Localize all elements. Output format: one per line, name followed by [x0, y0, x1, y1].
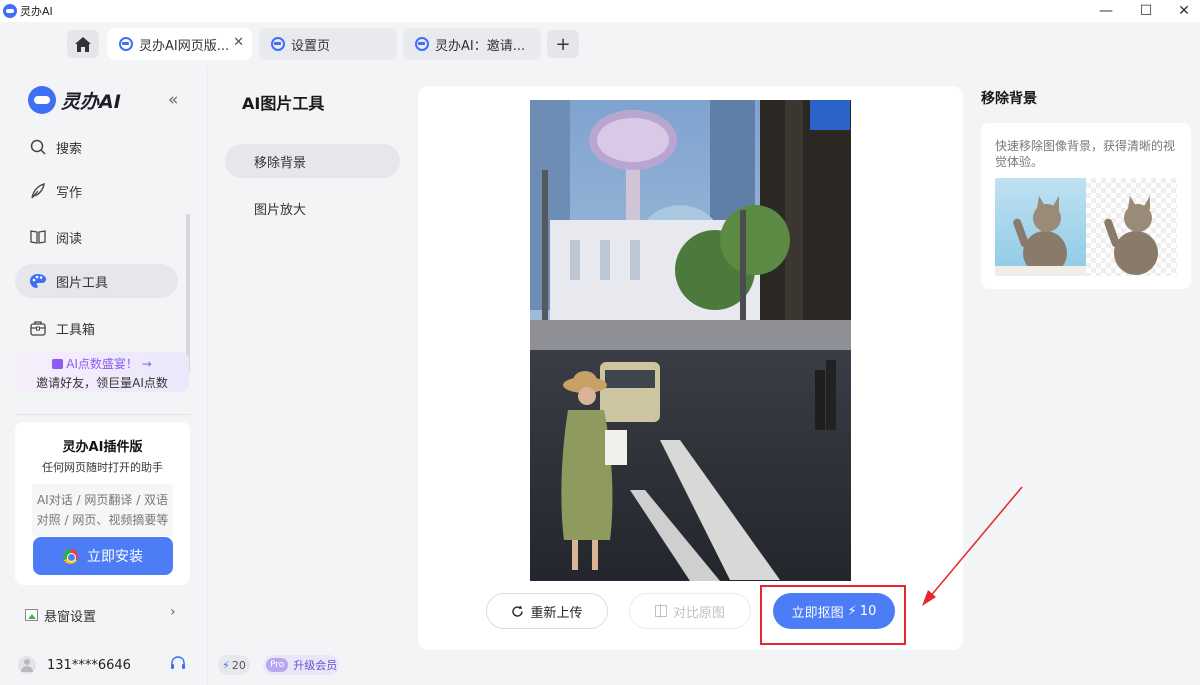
chrome-icon	[63, 548, 78, 564]
user-phone: 131****6646	[47, 657, 131, 673]
book-icon	[29, 228, 47, 246]
lightning-icon: ⚡	[222, 658, 230, 672]
tool-label: 移除背景	[254, 155, 307, 171]
palette-icon	[29, 272, 47, 290]
new-tab-button[interactable]: +	[547, 30, 579, 58]
tab-label: 灵办AI网页版...	[139, 38, 230, 54]
tab-bar: 灵办AI网页版... ✕ 设置页 灵办AI：邀请... +	[0, 22, 1200, 66]
close-tab-icon[interactable]: ✕	[233, 35, 244, 50]
demo-result	[1086, 178, 1177, 276]
demo-original	[995, 178, 1086, 276]
sidebar-item-label: 搜索	[56, 141, 83, 157]
compare-icon	[654, 604, 667, 618]
pro-tag: Pro	[266, 658, 289, 672]
tab-settings[interactable]: 设置页	[259, 28, 397, 60]
search-icon	[29, 138, 47, 156]
minimize-button[interactable]: —	[1086, 0, 1126, 22]
user-account[interactable]: 131****6646	[18, 654, 193, 676]
info-title: 移除背景	[981, 91, 1037, 107]
compare-icon-split	[659, 604, 662, 618]
plugin-features: AI对话 / 网页翻译 / 双语 对照 / 网页、视频摘要等	[32, 484, 173, 536]
uploaded-photo	[530, 100, 851, 581]
tab-web-app[interactable]: 灵办AI网页版... ✕	[107, 28, 252, 60]
tool-label: 图片放大	[254, 202, 307, 218]
gift-icon	[52, 359, 64, 369]
promo-banner[interactable]: AI点数盛宴！ → 邀请好友，领巨量AI点数	[15, 352, 189, 392]
sidebar-item-label: 图片工具	[56, 275, 109, 291]
tools-title: AI图片工具	[242, 94, 325, 113]
divider	[15, 414, 191, 415]
demo-preview	[995, 178, 1177, 276]
tab-label: 设置页	[291, 38, 331, 54]
app-logo-icon	[3, 4, 17, 18]
tool-upscale[interactable]: 图片放大	[225, 191, 400, 225]
app-title: 灵办AI	[20, 5, 53, 18]
brand-logo-icon	[28, 86, 56, 114]
maximize-button[interactable]: ☐	[1126, 0, 1166, 22]
plugin-subtitle: 任何网页随时打开的助手	[42, 461, 163, 474]
install-plugin-button[interactable]: 立即安装	[33, 537, 173, 575]
tools-panel: AI图片工具 移除背景 图片放大 ⚡ 20 Pro 升级会员	[208, 66, 418, 685]
info-card: 快速移除图像背景，获得清晰的视觉体验。	[981, 123, 1191, 289]
upgrade-button[interactable]: Pro 升级会员	[263, 655, 339, 675]
tool-remove-background[interactable]: 移除背景	[225, 144, 400, 178]
sidebar-item-label: 写作	[56, 185, 83, 201]
sidebar-item-label: 阅读	[56, 231, 83, 247]
credits-count: 20	[231, 658, 246, 672]
title-bar: 灵办AI — ☐ ✕	[0, 0, 1200, 22]
broken-image-icon	[25, 609, 38, 621]
refresh-icon	[512, 605, 524, 617]
credits-badge[interactable]: ⚡ 20	[218, 655, 250, 675]
brand[interactable]: 灵办AI	[28, 86, 121, 114]
sidebar-scrollbar[interactable]	[186, 214, 190, 374]
sidebar-item-toolbox[interactable]: 工具箱	[15, 311, 178, 345]
avatar	[18, 656, 36, 674]
reupload-button[interactable]: 重新上传	[486, 593, 608, 629]
plugin-card: 灵办AI插件版 任何网页随时打开的助手 AI对话 / 网页翻译 / 双语 对照 …	[15, 422, 190, 585]
upgrade-label: 升级会员	[293, 659, 338, 672]
float-window-settings[interactable]: 悬窗设置 ›	[25, 604, 185, 626]
reupload-label: 重新上传	[530, 605, 583, 621]
promo-subtitle: 邀请好友，领巨量AI点数	[36, 376, 168, 390]
float-settings-label: 悬窗设置	[44, 609, 97, 625]
collapse-sidebar-button[interactable]: «	[168, 90, 178, 110]
sidebar-item-label: 工具箱	[56, 322, 96, 338]
sidebar: 灵办AI « 搜索 写作 阅读 图片工具 工具箱 AI点数盛宴！ → 邀请好友，…	[0, 66, 208, 685]
tab-invite[interactable]: 灵办AI：邀请...	[403, 28, 541, 60]
app-logo-icon	[415, 37, 429, 51]
info-description: 快速移除图像背景，获得清晰的视觉体验。	[995, 139, 1176, 169]
editor-card: 重新上传 对比原图 立即抠图 ⚡ 10	[418, 86, 963, 650]
chevron-right-icon: ›	[170, 604, 176, 620]
close-window-button[interactable]: ✕	[1164, 0, 1200, 22]
headset-icon[interactable]	[170, 655, 186, 671]
home-icon	[75, 36, 91, 52]
plugin-title: 灵办AI插件版	[62, 440, 143, 455]
annotation-highlight-box	[760, 585, 906, 645]
sidebar-item-writing[interactable]: 写作	[15, 174, 178, 208]
tab-label: 灵办AI：邀请...	[435, 38, 526, 54]
compare-original-button[interactable]: 对比原图	[629, 593, 751, 629]
app-logo-icon	[119, 37, 133, 51]
compare-label: 对比原图	[672, 605, 725, 621]
plugin-features-line: 对照 / 网页、视频摘要等	[36, 513, 169, 527]
promo-title: AI点数盛宴！ →	[15, 355, 189, 372]
pen-icon	[29, 182, 47, 200]
install-label: 立即安装	[87, 549, 143, 565]
sidebar-item-search[interactable]: 搜索	[15, 130, 178, 164]
app-logo-icon	[271, 37, 285, 51]
sidebar-item-image-tools[interactable]: 图片工具	[15, 264, 178, 298]
home-button[interactable]	[67, 30, 99, 58]
plugin-features-line: AI对话 / 网页翻译 / 双语	[36, 493, 169, 507]
sidebar-item-reading[interactable]: 阅读	[15, 220, 178, 254]
toolbox-icon	[29, 319, 47, 337]
brand-name: 灵办AI	[61, 90, 121, 113]
promo-title-text: AI点数盛宴！ →	[66, 357, 152, 371]
